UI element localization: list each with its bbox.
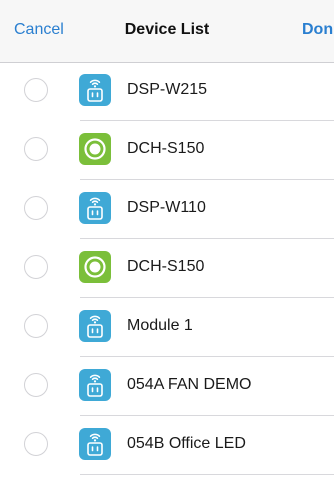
navigation-bar: Cancel Device List Don	[0, 0, 334, 63]
select-radio-button[interactable]	[24, 373, 48, 397]
device-row[interactable]: DSP-W110	[0, 180, 334, 239]
select-radio-button[interactable]	[24, 432, 48, 456]
select-radio-button[interactable]	[24, 314, 48, 338]
device-name: DSP-W110	[127, 199, 206, 216]
device-row[interactable]: 054B Office LED	[0, 416, 334, 475]
select-radio-button[interactable]	[24, 137, 48, 161]
device-list: DSP-W215 DCH-S150 DSP-W110 DCH-S150 Modu…	[0, 62, 334, 475]
page-title: Device List	[124, 21, 210, 38]
device-row[interactable]: DCH-S150	[0, 239, 334, 298]
device-row[interactable]: 054A FAN DEMO	[0, 357, 334, 416]
smart-plug-icon	[79, 428, 111, 460]
device-name: 054A FAN DEMO	[127, 376, 252, 393]
select-radio-button[interactable]	[24, 78, 48, 102]
device-row[interactable]: Module 1	[0, 298, 334, 357]
smart-plug-icon	[79, 74, 111, 106]
select-radio-button[interactable]	[24, 196, 48, 220]
device-name: DSP-W215	[127, 81, 208, 98]
device-row[interactable]: DSP-W215	[0, 62, 334, 121]
device-name: Module 1	[127, 317, 193, 334]
select-radio-button[interactable]	[24, 255, 48, 279]
motion-sensor-icon	[79, 251, 111, 283]
device-row[interactable]: DCH-S150	[0, 121, 334, 180]
smart-plug-icon	[79, 310, 111, 342]
device-list-screen: Cancel Device List Don DSP-W215 DCH-S150…	[0, 0, 334, 486]
device-name: 054B Office LED	[127, 435, 246, 452]
done-button[interactable]: Don	[302, 20, 333, 40]
smart-plug-icon	[79, 369, 111, 401]
device-name: DCH-S150	[127, 140, 205, 157]
motion-sensor-icon	[79, 133, 111, 165]
device-name: DCH-S150	[127, 258, 205, 275]
smart-plug-icon	[79, 192, 111, 224]
